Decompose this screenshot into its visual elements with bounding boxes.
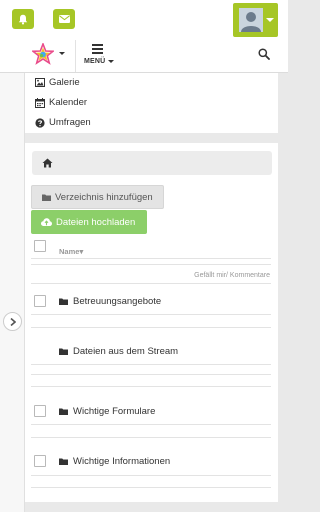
divider bbox=[31, 424, 271, 425]
folder-icon bbox=[59, 298, 68, 305]
messages-button[interactable] bbox=[53, 9, 75, 29]
divider bbox=[31, 475, 271, 476]
add-folder-button[interactable]: Verzeichnis hinzufügen bbox=[31, 185, 164, 209]
chevron-down-icon bbox=[107, 59, 114, 63]
cloud-upload-icon bbox=[41, 218, 52, 226]
sidebar-item-umfragen[interactable]: Umfragen bbox=[35, 117, 91, 128]
folder-icon bbox=[42, 194, 51, 201]
user-menu-button[interactable] bbox=[233, 3, 278, 37]
chevron-down-icon bbox=[266, 18, 274, 22]
folder-icon bbox=[59, 348, 68, 355]
chevron-down-icon bbox=[59, 52, 65, 55]
sidebar-item-kalender[interactable]: Kalender bbox=[35, 97, 87, 108]
divider bbox=[31, 314, 271, 315]
row-checkbox[interactable] bbox=[34, 455, 46, 467]
divider bbox=[31, 364, 271, 365]
image-icon bbox=[35, 78, 45, 87]
divider bbox=[75, 40, 76, 72]
row-checkbox[interactable] bbox=[34, 405, 46, 417]
app-switcher[interactable] bbox=[32, 43, 70, 65]
bell-icon bbox=[18, 14, 28, 24]
files-panel: Verzeichnis hinzufügen Dateien hochladen… bbox=[25, 143, 278, 502]
list-item[interactable]: Wichtige Formulare bbox=[59, 406, 155, 417]
select-all-checkbox[interactable] bbox=[34, 240, 46, 252]
divider bbox=[31, 327, 271, 328]
divider bbox=[31, 386, 271, 387]
envelope-icon bbox=[58, 15, 70, 23]
search-icon[interactable] bbox=[258, 48, 270, 60]
divider bbox=[31, 283, 271, 284]
avatar bbox=[239, 8, 263, 32]
folder-name: Betreuungsangebote bbox=[73, 296, 162, 307]
sidebar-links-panel: Galerie Kalender Umfragen bbox=[25, 73, 278, 133]
divider bbox=[31, 264, 271, 265]
sidebar-toggle-button[interactable] bbox=[3, 312, 22, 331]
folder-name: Wichtige Formulare bbox=[73, 406, 156, 417]
chevron-right-icon bbox=[9, 317, 16, 326]
star-logo-icon bbox=[32, 43, 54, 65]
left-gutter bbox=[0, 73, 25, 512]
folder-icon bbox=[59, 408, 68, 415]
column-header-likes: Gefällt mir/ Kommentare bbox=[194, 272, 270, 279]
sidebar-item-label: Kalender bbox=[49, 97, 88, 108]
question-circle-icon bbox=[35, 117, 45, 128]
add-folder-label: Verzeichnis hinzufügen bbox=[55, 191, 153, 203]
upload-files-button[interactable]: Dateien hochladen bbox=[31, 210, 147, 234]
column-header-name[interactable]: Name▾ bbox=[59, 247, 83, 256]
top-bar: MENÜ bbox=[0, 0, 288, 73]
divider bbox=[31, 258, 271, 259]
notifications-button[interactable] bbox=[12, 9, 34, 29]
folder-name: Dateien aus dem Stream bbox=[73, 346, 179, 357]
main-menu-button[interactable]: MENÜ bbox=[82, 43, 114, 69]
list-item[interactable]: Dateien aus dem Stream bbox=[59, 346, 178, 357]
list-item[interactable]: Wichtige Informationen bbox=[59, 456, 170, 467]
sidebar-item-label: Galerie bbox=[49, 77, 80, 88]
sidebar-item-label: Umfragen bbox=[49, 117, 91, 128]
folder-icon bbox=[59, 458, 68, 465]
home-icon[interactable] bbox=[42, 158, 53, 168]
row-checkbox[interactable] bbox=[34, 295, 46, 307]
calendar-icon bbox=[35, 97, 45, 108]
list-item[interactable]: Betreuungsangebote bbox=[59, 296, 161, 307]
divider bbox=[31, 437, 271, 438]
folder-name: Wichtige Informationen bbox=[73, 456, 171, 467]
hamburger-icon bbox=[92, 44, 103, 56]
divider bbox=[31, 487, 271, 488]
divider bbox=[31, 374, 271, 375]
menu-label: MENÜ bbox=[84, 58, 114, 65]
upload-files-label: Dateien hochladen bbox=[56, 216, 136, 228]
breadcrumb bbox=[32, 151, 272, 175]
sidebar-item-galerie[interactable]: Galerie bbox=[35, 77, 80, 88]
